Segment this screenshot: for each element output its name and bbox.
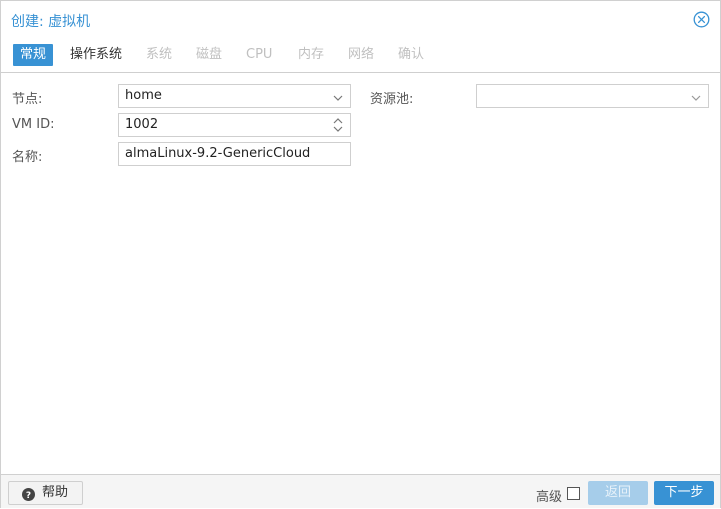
question-circle-icon: ? <box>22 487 35 501</box>
tab-cpu: CPU <box>246 47 273 62</box>
vmid-value: 1002 <box>125 117 159 132</box>
vmid-label: VM ID: <box>12 117 55 132</box>
back-button[interactable]: 返回 <box>588 481 648 505</box>
node-value: home <box>125 88 162 103</box>
tab-general[interactable]: 常规 <box>13 44 54 66</box>
spinner-icon[interactable] <box>332 115 344 135</box>
name-input[interactable]: almaLinux-9.2-GenericCloud <box>118 142 351 166</box>
general-form: 节点: home VM ID: 1002 名称: almaLinux-9.2-G… <box>1 74 720 474</box>
help-button[interactable]: ? 帮助 <box>8 481 83 505</box>
name-label: 名称: <box>12 150 43 165</box>
title-bar: 创建: 虚拟机 <box>1 1 720 39</box>
tab-os[interactable]: 操作系统 <box>63 44 129 66</box>
tab-system: 系统 <box>146 47 173 62</box>
vmid-field[interactable]: 1002 <box>118 113 351 137</box>
advanced-checkbox[interactable] <box>567 487 580 500</box>
next-button[interactable]: 下一步 <box>654 481 714 505</box>
name-value: almaLinux-9.2-GenericCloud <box>125 146 311 161</box>
svg-text:?: ? <box>26 491 31 501</box>
advanced-label: 高级 <box>536 490 563 505</box>
wizard-tabs: 常规 操作系统 系统 磁盘 CPU 内存 网络 确认 <box>1 39 720 73</box>
tab-confirm: 确认 <box>398 47 425 62</box>
tab-disks: 磁盘 <box>196 47 223 62</box>
chevron-down-icon[interactable] <box>690 90 702 102</box>
help-label: 帮助 <box>42 485 69 500</box>
tab-network: 网络 <box>348 47 375 62</box>
dialog-footer: ? 帮助 高级 返回 下一步 <box>1 474 720 508</box>
close-icon[interactable] <box>693 11 710 28</box>
tab-memory: 内存 <box>298 47 325 62</box>
node-label: 节点: <box>12 92 43 107</box>
pool-label: 资源池: <box>370 92 414 107</box>
create-vm-dialog: 创建: 虚拟机 常规 操作系统 系统 磁盘 CPU 内存 网络 确认 节点: h… <box>0 0 721 508</box>
dialog-title: 创建: 虚拟机 <box>11 14 91 30</box>
chevron-down-icon[interactable] <box>332 90 344 102</box>
node-select[interactable]: home <box>118 84 351 108</box>
pool-select[interactable] <box>476 84 709 108</box>
